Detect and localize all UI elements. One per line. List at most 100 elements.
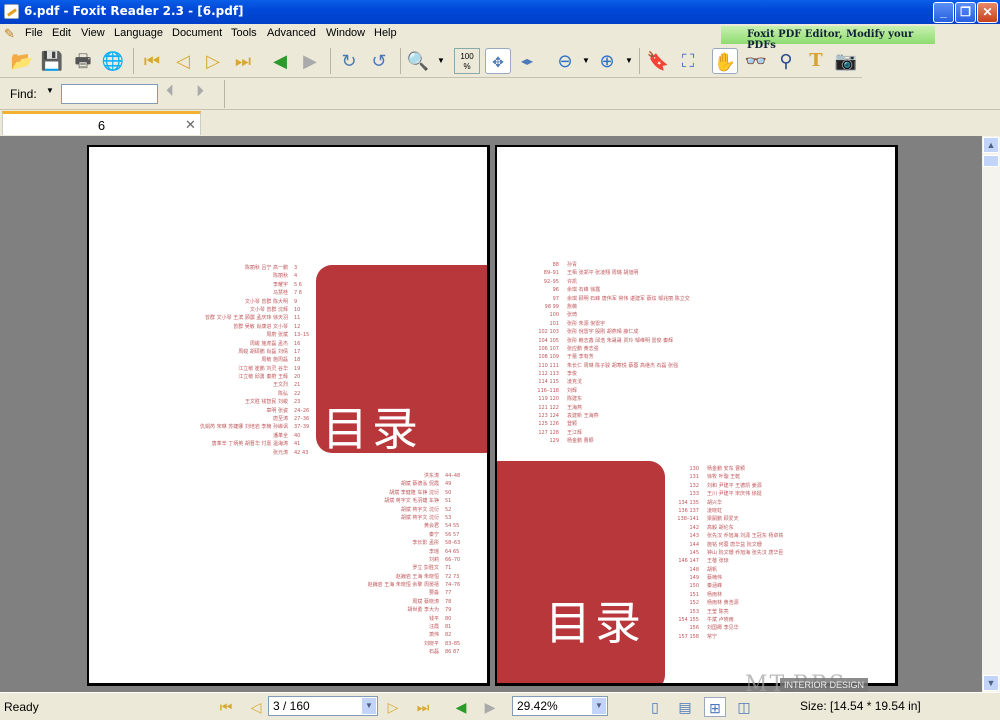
menu-language[interactable]: Language (114, 27, 163, 39)
toc-page: 157 158 (678, 633, 699, 640)
toc-names: 秦涵峰 (707, 583, 723, 590)
toc-page: 116–118 (537, 387, 559, 394)
toc-page: 154 155 (678, 617, 699, 624)
toc-entry: 周斌 蔡晓涛 78 (89, 598, 451, 606)
text-select-icon[interactable]: T (803, 48, 829, 74)
toc-names: 胡斌 蔡德泓 侃霞 (400, 481, 439, 488)
previous-page-icon[interactable]: ◁ (170, 48, 196, 74)
full-screen-icon[interactable]: ⛶ (675, 48, 701, 74)
go-back-icon[interactable]: ◀ (267, 48, 293, 74)
status-last-page-icon[interactable]: ⏭ (412, 697, 434, 717)
zoom-dropdown-icon[interactable]: ▼ (592, 698, 606, 714)
toc-names: 李耀宇 (272, 281, 288, 288)
fit-page-icon[interactable]: ✥ (485, 48, 511, 74)
scroll-down-button[interactable]: ▼ (983, 675, 999, 691)
menu-tools[interactable]: Tools (231, 27, 257, 39)
zoom-in-tool-icon[interactable]: 🔍 (405, 48, 431, 74)
first-page-icon[interactable]: ⏮ (139, 48, 165, 74)
rotate-clockwise-icon[interactable]: ↻ (336, 48, 362, 74)
continuous-icon[interactable]: ▤ (674, 697, 696, 717)
last-page-icon[interactable]: ⏭ (230, 48, 256, 74)
zoom-level-field[interactable]: 29.42% ▼ (512, 696, 608, 716)
toc-names: 江立敏 崔鹏 刘灵 谷华 (238, 365, 288, 372)
print-icon[interactable]: 🖶 (70, 48, 96, 74)
binoculars-icon[interactable]: ⚲ (773, 48, 799, 74)
toc-entry: 王文胜 钱智民 刘峻 23 (89, 398, 301, 406)
page-dropdown-icon[interactable]: ▼ (362, 698, 376, 714)
foxit-editor-ad[interactable]: Foxit PDF Editor, Modify your PDFs (721, 26, 935, 51)
fit-width-icon[interactable]: ◂▸ (514, 48, 540, 74)
toc-entry: 张应鹏 黄志强 106 107 (519, 345, 598, 353)
toc-entry: 王蓓 张琼 146 147 (659, 557, 728, 565)
toc-names: 仇娟芮 宋琳 苏婕娜 刘培岩 李楠 孙綝讽 (200, 424, 288, 431)
toc-names: 许凯 (567, 278, 578, 285)
toc-page: 24–26 (294, 407, 310, 414)
tab-close-icon[interactable]: ✕ (185, 117, 196, 133)
menu-help[interactable]: Help (374, 27, 397, 39)
toc-page: 49 (445, 481, 452, 488)
go-forward-icon[interactable]: ▶ (297, 48, 323, 74)
toc-names: 陈丽秋 吕宁 高一鹏 (244, 265, 288, 271)
zoom-in-dropdown-icon[interactable]: ▼ (625, 56, 633, 65)
toc-entry: 胡帆 148 (659, 566, 717, 574)
status-previous-page-icon[interactable]: ◁ (245, 697, 267, 717)
find-input[interactable] (61, 84, 158, 104)
minimize-button[interactable]: _ (933, 2, 954, 23)
toc-entry: 高毅 胡伦东 142 (659, 524, 733, 532)
status-first-page-icon[interactable]: ⏮ (215, 697, 237, 717)
status-go-back-icon[interactable]: ◀ (450, 697, 472, 717)
toc-page: 16 (294, 340, 301, 347)
status-go-forward-icon[interactable]: ▶ (479, 697, 501, 717)
continuous-facing-icon[interactable]: ⊞ (704, 697, 726, 717)
single-page-icon[interactable]: ▯ (644, 697, 666, 717)
email-icon[interactable]: 🌐 (100, 48, 126, 74)
menu-file[interactable]: File (25, 27, 43, 39)
find-next-icon[interactable]: ⏵ (196, 83, 204, 101)
scroll-thumb[interactable] (983, 155, 999, 167)
find-options-dropdown-icon[interactable]: ▼ (46, 86, 54, 95)
zoom-in-icon[interactable]: ⊕ (594, 48, 620, 74)
toc-names: 秦宁 (428, 531, 439, 538)
zoom-out-icon[interactable]: ⊖ (552, 48, 578, 74)
menu-edit[interactable]: Edit (52, 27, 71, 39)
actual-size-icon[interactable]: 100% (454, 48, 480, 74)
open-icon[interactable]: 📂 (9, 48, 35, 74)
toc-entry: 曾群 吴敏 肖康进 文小琴 12 (89, 323, 300, 331)
page-number-field[interactable]: 3 / 160 ▼ (268, 696, 378, 716)
rotate-counterclockwise-icon[interactable]: ↺ (366, 48, 392, 74)
menu-advanced[interactable]: Advanced (267, 27, 316, 39)
status-next-page-icon[interactable]: ▷ (382, 697, 404, 717)
menu-window[interactable]: Window (326, 27, 365, 39)
toc-entry: 胡斌 蒋宇文 毛羽婕 车铮 51 (89, 497, 451, 505)
scroll-up-button[interactable]: ▲ (983, 137, 999, 153)
toc-names: 凌晓虹 (707, 507, 723, 514)
vertical-scrollbar[interactable] (982, 136, 1000, 692)
zoom-out-dropdown-icon[interactable]: ▼ (582, 56, 590, 65)
toc-page: 110 111 (538, 362, 559, 369)
pdf-page-left: 目录 陈丽秋 吕宁 高一鹏 3 陈丽秋 4 李耀宇 5 6 马慧桂 7 8 文小琴 曾群 陈大明… (87, 145, 490, 686)
facing-icon[interactable]: ◫ (733, 697, 755, 717)
snapshot-camera-icon[interactable]: 📷 (833, 48, 859, 74)
toc-page: 136 137 (678, 507, 699, 514)
toc-entry: 张彤 朱源 倪雷宇 101 (519, 320, 605, 328)
tab-document[interactable]: 6 (2, 111, 201, 135)
toc-page: 44–48 (445, 473, 461, 479)
restore-button[interactable]: ❐ (955, 2, 976, 23)
toc-names: 胡兴华 (707, 499, 723, 506)
toc-names: 袁建新 王海燕 (567, 413, 599, 420)
toc-names: 周敏 施周磊 (261, 357, 288, 364)
menu-view[interactable]: View (81, 27, 105, 39)
find-previous-icon[interactable]: ⏴ (166, 83, 174, 101)
close-button[interactable]: ✕ (977, 2, 998, 23)
save-icon[interactable]: 💾 (39, 48, 65, 74)
toc-page: 86 87 (445, 649, 460, 656)
toc-entry: 李长影 孟彤 58–63 (89, 539, 460, 547)
hand-tool-icon[interactable]: ✋ (712, 48, 738, 74)
next-page-icon[interactable]: ▷ (200, 48, 226, 74)
zoom-tool-dropdown-icon[interactable]: ▼ (437, 56, 445, 65)
bookmark-icon[interactable]: 🔖 (645, 48, 671, 74)
page-size: Size: [14.54 * 19.54 in] (800, 699, 921, 713)
menu-document[interactable]: Document (172, 27, 222, 39)
toc-names: 孙青 (567, 262, 578, 268)
reading-glasses-icon[interactable]: 👓 (743, 48, 769, 74)
